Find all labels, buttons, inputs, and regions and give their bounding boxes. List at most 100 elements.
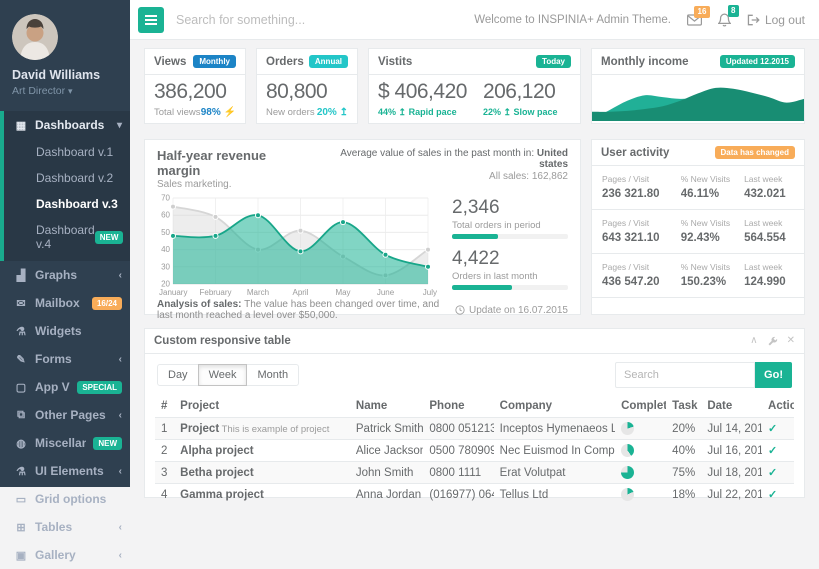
user-activity-rows: Pages / Visit236 321.80% New Visits46.11… [592, 166, 804, 298]
sidebar-subitem-label: Dashboard v.2 [36, 171, 113, 185]
chevron-left-icon: ‹ [119, 270, 122, 281]
stat-cards-row: Views Monthly 386,200 Total views 98% ⚡ … [144, 48, 805, 124]
sidebar-item-dashboard-v-1[interactable]: Dashboard v.1 [4, 139, 130, 165]
sidebar-subitem-label: Dashboard v.3 [36, 197, 118, 211]
visits-card-title: Vistits [378, 56, 412, 68]
action-check-icon[interactable]: ✓ [768, 489, 777, 501]
table-row: 2Alpha projectAlice Jackson0500 780909Ne… [155, 440, 794, 462]
table-search-input[interactable] [615, 362, 755, 388]
messages-badge: 16 [694, 6, 710, 19]
search-input[interactable] [176, 13, 462, 27]
monthly-income-card: Monthly income Updated 12.2015 [591, 48, 805, 124]
orders-value: 80,800 [266, 80, 348, 104]
gallery-icon: ▣ [14, 549, 28, 562]
user-role-dropdown[interactable]: Art Director ▾ [12, 85, 118, 97]
column-header-date: Date [701, 395, 762, 418]
svg-text:70: 70 [161, 194, 170, 203]
completed-cell [615, 440, 666, 462]
name-cell: Patrick Smith [350, 418, 423, 440]
bolt-icon: ⚡ [224, 107, 236, 118]
sidebar-nav: ▦Dashboards▾Dashboard v.1 Dashboard v.2 Da… [0, 111, 130, 569]
revenue-title: Half-year revenue margin [157, 148, 311, 178]
completed-pie-chart [621, 422, 634, 435]
sidebar-item-ui-elements[interactable]: ⚗UI Elements‹ [0, 457, 130, 485]
user-role-label: Art Director [12, 85, 65, 97]
sidebar-item-label: Widgets [35, 324, 122, 338]
sidebar-item-app-views[interactable]: ▢App ViewsSPECIAL [0, 373, 130, 401]
chevron-left-icon: ‹ [119, 466, 122, 477]
revenue-subtitle: Sales marketing. [157, 179, 311, 190]
ui-elements-icon: ⚗ [14, 465, 28, 478]
svg-text:July: July [423, 288, 437, 297]
table-panel-title: Custom responsive table [154, 335, 291, 347]
profile-section: David Williams Art Director ▾ [0, 0, 130, 103]
sidebar-item-miscellaneous[interactable]: ◍MiscellaneousNEW [0, 429, 130, 457]
phone-cell: 0800 051213 [423, 418, 493, 440]
sidebar-item-forms[interactable]: ✎Forms‹ [0, 345, 130, 373]
svg-text:January: January [159, 288, 187, 297]
sidebar-item-grid-options[interactable]: ▭Grid options [0, 485, 130, 513]
notifications-badge: 8 [728, 5, 739, 18]
sidebar-item-widgets[interactable]: ⚗Widgets [0, 317, 130, 345]
sidebar-item-gallery[interactable]: ▣Gallery‹ [0, 541, 130, 569]
svg-text:June: June [377, 288, 395, 297]
activity-row: Pages / Visit643 321.10% New Visits92.43… [592, 210, 804, 254]
action-check-icon[interactable]: ✓ [768, 423, 777, 435]
project-note: This is example of project [219, 424, 329, 435]
views-value: 386,200 [154, 80, 236, 104]
sidebar-item-dashboard-v-4[interactable]: Dashboard v.4NEW [4, 217, 130, 257]
dashboards-icon: ▦ [14, 119, 28, 132]
messages-button[interactable]: 16 [687, 14, 702, 26]
completed-cell [615, 462, 666, 484]
menu-toggle-button[interactable] [138, 7, 164, 33]
views-badge: Monthly [193, 55, 236, 68]
view-day-button[interactable]: Day [157, 364, 199, 386]
forms-icon: ✎ [14, 353, 28, 366]
views-card: Views Monthly 386,200 Total views 98% ⚡ [144, 48, 246, 124]
action-check-icon[interactable]: ✓ [768, 445, 777, 457]
name-cell: John Smith [350, 462, 423, 484]
sidebar-item-mailbox[interactable]: ✉Mailbox16/24 [0, 289, 130, 317]
wrench-icon[interactable] [767, 336, 778, 347]
action-check-icon[interactable]: ✓ [768, 467, 777, 479]
activity-label: % New Visits [681, 174, 744, 184]
sidebar-item-other-pages[interactable]: ⧉Other Pages‹ [0, 401, 130, 429]
orders-badge: Annual [309, 55, 348, 68]
level-up-icon: ↥ [503, 107, 511, 117]
date-cell: Jul 16, 2013 [701, 440, 762, 462]
level-up-icon: ↥ [399, 107, 407, 117]
sidebar-item-tables[interactable]: ⊞Tables‹ [0, 513, 130, 541]
table-search-go-button[interactable]: Go! [755, 362, 792, 388]
miscellaneous-icon: ◍ [14, 437, 28, 450]
svg-text:50: 50 [161, 228, 170, 237]
clock-icon [455, 305, 465, 315]
logout-button[interactable]: Log out [747, 13, 805, 27]
project-cell: Project This is example of project [174, 418, 350, 440]
sidebar-badge: SPECIAL [77, 381, 122, 394]
column-header-: # [155, 395, 174, 418]
visits-right-stat: 206,120 22% ↥ Slow pace [483, 80, 558, 118]
sidebar-item-dashboard-v-3[interactable]: Dashboard v.3 [4, 191, 130, 217]
sidebar-badge: NEW [95, 231, 124, 244]
view-month-button[interactable]: Month [246, 364, 299, 386]
sidebar-item-dashboards[interactable]: ▦Dashboards▾ [4, 111, 130, 139]
level-up-icon: ↥ [340, 107, 348, 118]
sidebar-item-graphs[interactable]: ▟Graphs‹ [0, 261, 130, 289]
activity-row: Pages / Visit236 321.80% New Visits46.11… [592, 166, 804, 210]
sidebar-item-label: Other Pages [35, 408, 110, 422]
action-cell: ✓ [762, 418, 794, 440]
tables-icon: ⊞ [14, 521, 28, 534]
visits-card: Vistits Today $ 406,420 44% ↥ Rapid pace… [368, 48, 581, 124]
income-badge: Updated 12.2015 [720, 55, 795, 68]
view-week-button[interactable]: Week [198, 364, 248, 386]
revenue-stats: 2,346 Total orders in period 4,422 Order… [452, 193, 568, 299]
date-cell: Jul 18, 2013 [701, 462, 762, 484]
notifications-button[interactable]: 8 [718, 13, 731, 27]
svg-text:May: May [335, 288, 350, 297]
avatar[interactable] [12, 14, 58, 60]
activity-cell: Last week564.554 [744, 218, 794, 244]
sidebar-item-dashboard-v-2[interactable]: Dashboard v.2 [4, 165, 130, 191]
top-navbar: Welcome to INSPINIA+ Admin Theme. 16 8 L… [130, 0, 819, 40]
user-activity-title: User activity [601, 147, 669, 159]
orders-period-value: 2,346 [452, 197, 568, 219]
